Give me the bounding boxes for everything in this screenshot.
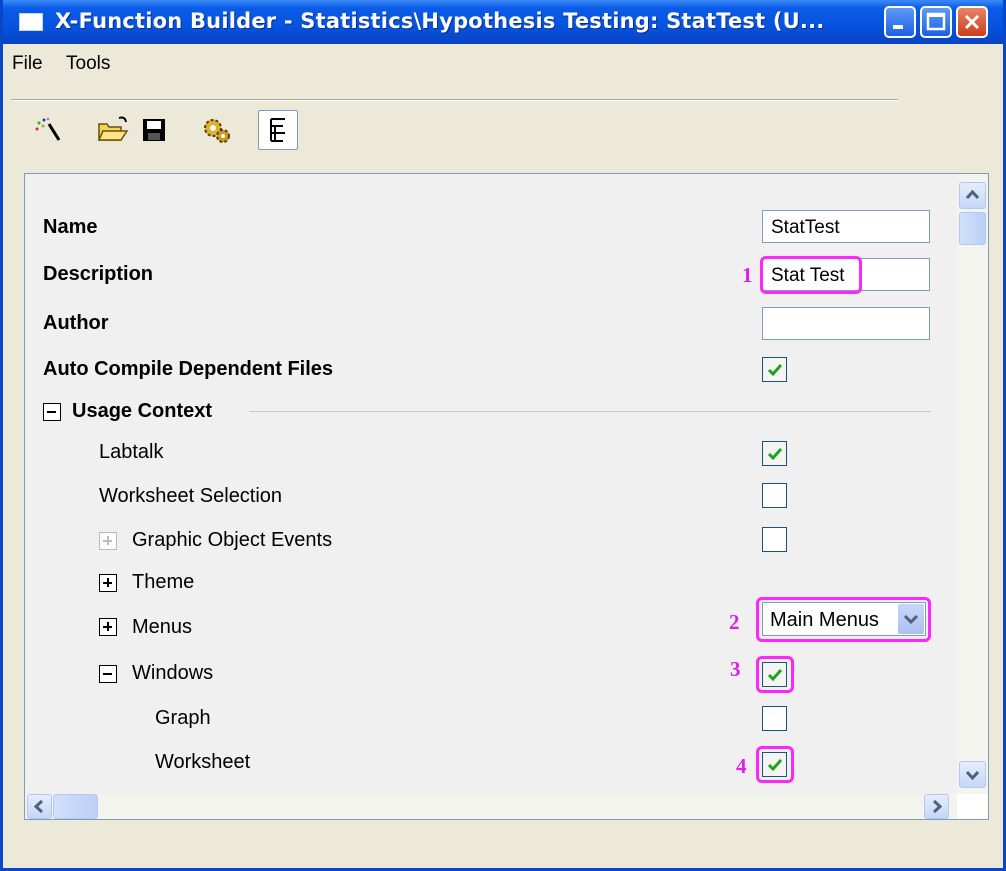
save-icon bbox=[143, 119, 165, 141]
callout-number-1: 1 bbox=[742, 263, 753, 287]
menu-file[interactable]: File bbox=[12, 53, 43, 75]
wizard-button[interactable] bbox=[27, 110, 67, 150]
properties-panel: Name StatTest Description Stat Test 1 Au… bbox=[24, 173, 989, 820]
checkmark-icon bbox=[767, 448, 783, 461]
vertical-scroll-thumb[interactable] bbox=[959, 212, 986, 245]
callout-number-4: 4 bbox=[736, 754, 747, 778]
window-title: X-Function Builder - Statistics\Hypothes… bbox=[55, 9, 825, 33]
graphic-object-events-label: Graphic Object Events bbox=[132, 529, 333, 551]
open-folder-icon bbox=[97, 116, 129, 141]
worksheet-selection-checkbox[interactable] bbox=[762, 483, 787, 508]
horizontal-scrollbar[interactable] bbox=[25, 794, 957, 819]
group-divider bbox=[249, 411, 931, 412]
toolbar-separator bbox=[11, 99, 898, 101]
callout-highlight-1 bbox=[760, 256, 862, 294]
minimize-icon bbox=[893, 25, 903, 29]
chevron-up-icon bbox=[965, 189, 980, 200]
tree-view-button[interactable] bbox=[258, 110, 298, 150]
labtalk-label: Labtalk bbox=[99, 441, 164, 463]
author-field[interactable] bbox=[762, 307, 930, 340]
theme-label: Theme bbox=[132, 571, 195, 593]
maximize-icon bbox=[926, 12, 946, 31]
name-label: Name bbox=[43, 216, 98, 238]
app-window-icon bbox=[19, 13, 43, 31]
scroll-right-button[interactable] bbox=[924, 794, 949, 819]
labtalk-checkbox[interactable] bbox=[762, 441, 787, 466]
graphic-object-events-expand-toggle[interactable] bbox=[99, 532, 117, 550]
auto-compile-checkbox[interactable] bbox=[762, 357, 787, 382]
callout-number-2: 2 bbox=[729, 610, 740, 634]
close-icon bbox=[964, 14, 980, 30]
callout-highlight-4 bbox=[756, 746, 794, 783]
chevron-left-icon bbox=[33, 799, 44, 814]
usage-context-header: Usage Context bbox=[72, 400, 213, 422]
chevron-right-icon bbox=[932, 799, 943, 814]
maximize-button[interactable] bbox=[920, 6, 952, 38]
callout-highlight-2 bbox=[756, 597, 931, 642]
menu-tools[interactable]: Tools bbox=[66, 53, 110, 75]
properties-grid: Name StatTest Description Stat Test 1 Au… bbox=[25, 174, 957, 794]
windows-label: Windows bbox=[132, 662, 214, 684]
save-button[interactable] bbox=[135, 110, 175, 150]
scroll-up-button[interactable] bbox=[959, 182, 986, 209]
gears-icon bbox=[204, 119, 230, 143]
wizard-icon bbox=[35, 117, 61, 141]
description-label: Description bbox=[43, 263, 154, 285]
graph-label: Graph bbox=[155, 707, 211, 729]
compile-button[interactable] bbox=[197, 110, 237, 150]
graphic-object-events-checkbox[interactable] bbox=[762, 527, 787, 552]
menus-label: Menus bbox=[132, 616, 193, 638]
checkmark-icon bbox=[767, 364, 783, 377]
open-button[interactable] bbox=[93, 110, 133, 150]
menu-bar: File Tools bbox=[3, 44, 1003, 84]
callout-number-3: 3 bbox=[730, 657, 741, 681]
callout-highlight-3 bbox=[756, 656, 794, 693]
horizontal-scroll-thumb[interactable] bbox=[53, 794, 98, 819]
minimize-button[interactable] bbox=[884, 6, 916, 38]
vertical-scrollbar[interactable] bbox=[957, 174, 988, 794]
worksheet-selection-label: Worksheet Selection bbox=[99, 485, 283, 507]
x-function-builder-window: X-Function Builder - Statistics\Hypothes… bbox=[0, 0, 1006, 871]
worksheet-label: Worksheet bbox=[155, 751, 251, 773]
auto-compile-label: Auto Compile Dependent Files bbox=[43, 358, 334, 380]
theme-expand-toggle[interactable] bbox=[99, 574, 117, 592]
chevron-down-icon bbox=[965, 770, 980, 781]
name-field[interactable]: StatTest bbox=[762, 210, 930, 243]
windows-collapse-toggle[interactable] bbox=[99, 665, 117, 683]
tree-view-icon bbox=[270, 118, 285, 142]
title-bar[interactable]: X-Function Builder - Statistics\Hypothes… bbox=[3, 0, 1003, 44]
graph-checkbox[interactable] bbox=[762, 706, 787, 731]
scroll-left-button[interactable] bbox=[27, 794, 52, 819]
scroll-down-button[interactable] bbox=[959, 761, 986, 788]
menus-expand-toggle[interactable] bbox=[99, 618, 117, 636]
close-button[interactable] bbox=[956, 6, 988, 38]
author-label: Author bbox=[43, 312, 109, 334]
usage-context-collapse-toggle[interactable] bbox=[43, 403, 61, 421]
